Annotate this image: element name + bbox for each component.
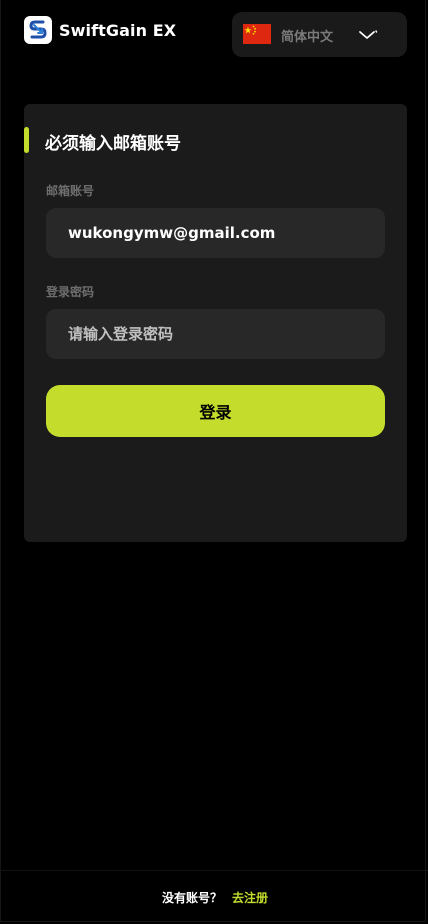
- no-account-text: 没有账号？: [161, 891, 222, 905]
- language-selector[interactable]: 简体中文: [232, 12, 407, 57]
- brand[interactable]: SwiftGain EX: [24, 16, 176, 44]
- title-accent-bar: [24, 127, 29, 153]
- register-footer: 没有账号？ 去注册: [1, 870, 428, 924]
- swiftgain-logo-icon: [24, 16, 52, 44]
- chevron-down-icon: [359, 30, 378, 39]
- card-title: 必须输入邮箱账号: [45, 134, 181, 154]
- brand-name: SwiftGain EX: [59, 20, 177, 40]
- email-label: 邮箱账号: [46, 184, 95, 198]
- app-frame: SwiftGain EX 简体中文 必须输入邮箱账号 邮箱账号 登录密: [0, 0, 428, 924]
- login-button[interactable]: 登录: [46, 385, 385, 437]
- login-card: 必须输入邮箱账号 邮箱账号 登录密码 登录: [24, 104, 407, 542]
- language-label: 简体中文: [281, 30, 334, 45]
- email-field[interactable]: [68, 224, 363, 242]
- password-field-container: [46, 309, 385, 359]
- top-header: SwiftGain EX 简体中文: [1, 0, 428, 64]
- register-link[interactable]: 去注册: [232, 889, 268, 906]
- password-field[interactable]: [68, 325, 363, 343]
- email-field-container: [46, 208, 385, 258]
- password-label: 登录密码: [46, 285, 95, 299]
- china-flag-icon: [243, 24, 271, 44]
